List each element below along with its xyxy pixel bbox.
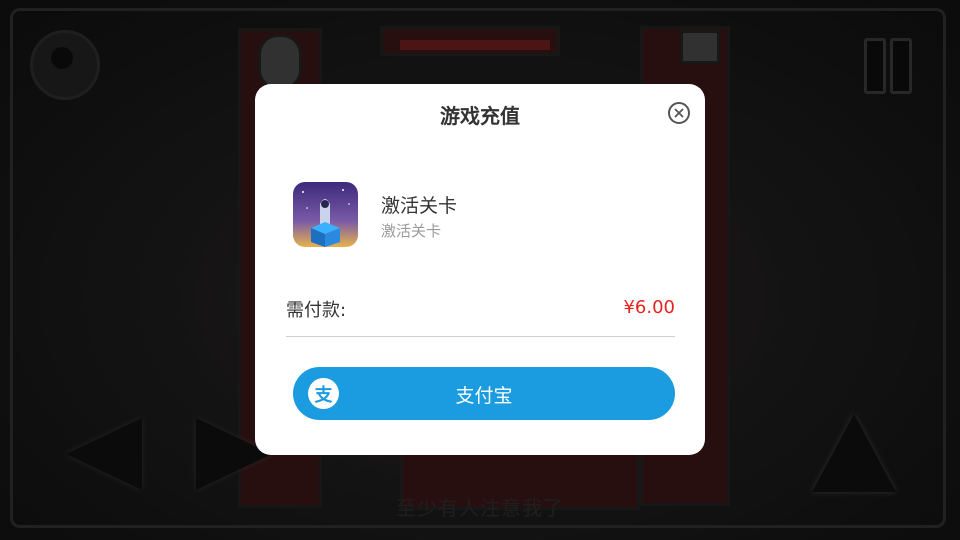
recharge-dialog: 游戏充值 激活关卡 激活关卡 需付款: ¥6.00 支 支付宝 [255,84,705,455]
product-icon [293,182,358,247]
product-name: 激活关卡 [381,195,458,217]
product-description: 激活关卡 [381,222,442,240]
payment-label: 需付款: [286,300,347,321]
divider [286,336,675,337]
payment-amount: ¥6.00 [623,297,675,318]
alipay-button-label: 支付宝 [455,385,513,407]
close-icon [674,108,684,118]
dialog-title: 游戏充值 [440,104,520,128]
close-button[interactable] [668,102,690,124]
alipay-button[interactable]: 支 支付宝 [293,367,675,420]
